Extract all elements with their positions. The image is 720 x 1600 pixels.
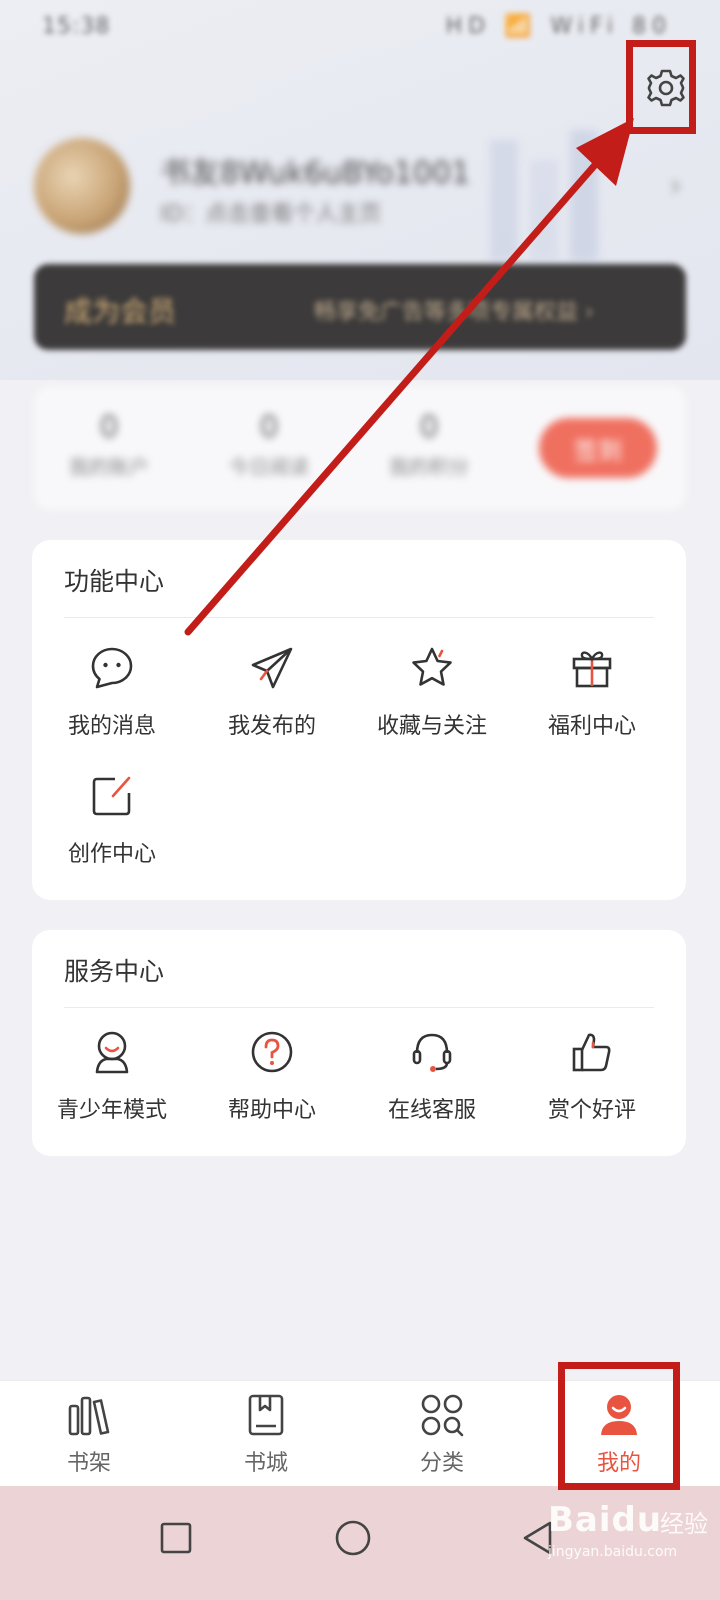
service-center-title: 服务中心: [64, 957, 165, 986]
stat-label: 我的账户: [69, 455, 149, 479]
teen-mode-button[interactable]: 青少年模式: [32, 1026, 192, 1124]
grid-item-label: 福利中心: [547, 714, 636, 739]
user-subtitle: ID：点击查看个人主页: [160, 202, 382, 227]
watermark-logo: Baidu: [548, 1500, 663, 1540]
headset-icon: [412, 1033, 452, 1072]
watermark-text: 经验: [660, 1510, 708, 1538]
username: 书友8Wuk6uBYo1001: [160, 156, 471, 191]
grid-item-label: 青少年模式: [56, 1098, 167, 1123]
help-icon: [251, 1031, 293, 1073]
avatar[interactable]: [34, 138, 130, 234]
tab-category[interactable]: 分类: [372, 1391, 512, 1477]
grid-item-label: 赏个好评: [547, 1098, 636, 1123]
status-icons: HD 📶 WiFi 80: [445, 14, 672, 39]
online-service-button[interactable]: 在线客服: [352, 1026, 512, 1124]
profile-chevron-icon[interactable]: ›: [669, 166, 682, 204]
watermark-url: jingyan.baidu.com: [548, 1544, 678, 1560]
edit-icon: [92, 776, 131, 816]
grid-item-label: 收藏与关注: [376, 714, 487, 739]
stat-number: 0: [99, 410, 119, 445]
function-center-title: 功能中心: [64, 567, 165, 596]
circle-icon: [335, 1520, 371, 1556]
category-icon: [421, 1394, 464, 1437]
stat-account[interactable]: 0 我的账户: [34, 410, 184, 480]
my-messages-button[interactable]: 我的消息: [32, 642, 192, 740]
message-bubble-icon: [91, 647, 133, 689]
stat-label: 今日阅读: [229, 455, 309, 479]
stat-reading[interactable]: 0 今日阅读: [194, 410, 344, 480]
decorative-bars-icon: [490, 130, 598, 260]
grid-item-label: 创作中心: [67, 842, 156, 867]
bookstore-icon: [248, 1394, 284, 1436]
tab-label: 书架: [66, 1451, 111, 1476]
vip-description: 畅享免广告等多项专属权益 ›: [314, 300, 594, 325]
square-icon: [160, 1522, 192, 1554]
function-center-card: 功能中心 我的消息 我发布的 收藏与关注 福利中心 创作中心: [32, 540, 686, 900]
tab-bookstore[interactable]: 书城: [196, 1391, 336, 1477]
divider: [64, 617, 654, 618]
my-posts-button[interactable]: 我发布的: [192, 642, 352, 740]
profile-tab-highlight-box: [558, 1362, 680, 1490]
grid-item-label: 我的消息: [67, 714, 156, 739]
stat-points[interactable]: 0 我的积分: [354, 410, 504, 480]
tab-label: 书城: [243, 1451, 288, 1476]
vip-banner[interactable]: 成为会员 畅享免广告等多项专属权益 ›: [34, 264, 686, 350]
gift-icon: [572, 651, 612, 688]
baidu-jingyan-watermark: Baidu 经验 jingyan.baidu.com: [548, 1494, 718, 1564]
paper-plane-icon: [251, 647, 293, 689]
tab-label: 分类: [419, 1451, 464, 1476]
rate-app-button[interactable]: 赏个好评: [512, 1026, 672, 1124]
recent-apps-button[interactable]: [148, 1510, 204, 1566]
stats-card: 0 我的账户 0 今日阅读 0 我的积分 签到: [34, 386, 686, 510]
star-icon: [412, 647, 452, 686]
stat-number: 0: [259, 410, 279, 445]
tab-bookshelf[interactable]: 书架: [19, 1391, 159, 1477]
status-bar: 15:38 HD 📶 WiFi 80: [0, 0, 720, 56]
profile-section[interactable]: 书友8Wuk6uBYo1001 ID：点击查看个人主页 ›: [0, 120, 720, 260]
grid-item-label: 在线客服: [387, 1098, 476, 1123]
vip-title: 成为会员: [64, 295, 177, 328]
checkin-button[interactable]: 签到: [539, 418, 657, 478]
grid-item-label: 帮助中心: [227, 1098, 316, 1123]
help-center-button[interactable]: 帮助中心: [192, 1026, 352, 1124]
home-button[interactable]: [325, 1510, 381, 1566]
status-time: 15:38: [42, 14, 111, 39]
favorites-follow-button[interactable]: 收藏与关注: [352, 642, 512, 740]
grid-item-label: 我发布的: [227, 714, 316, 739]
stat-label: 我的积分: [389, 455, 469, 479]
service-center-card: 服务中心 青少年模式 帮助中心 在线客服 赏个好评: [32, 930, 686, 1156]
thumbs-up-icon: [572, 1033, 611, 1072]
settings-highlight-box: [626, 40, 696, 134]
creation-center-button[interactable]: 创作中心: [32, 770, 192, 868]
bookshelf-icon: [68, 1396, 110, 1436]
stat-number: 0: [419, 410, 439, 445]
welfare-center-button[interactable]: 福利中心: [512, 642, 672, 740]
teen-mode-icon: [95, 1031, 129, 1074]
divider: [64, 1007, 654, 1008]
